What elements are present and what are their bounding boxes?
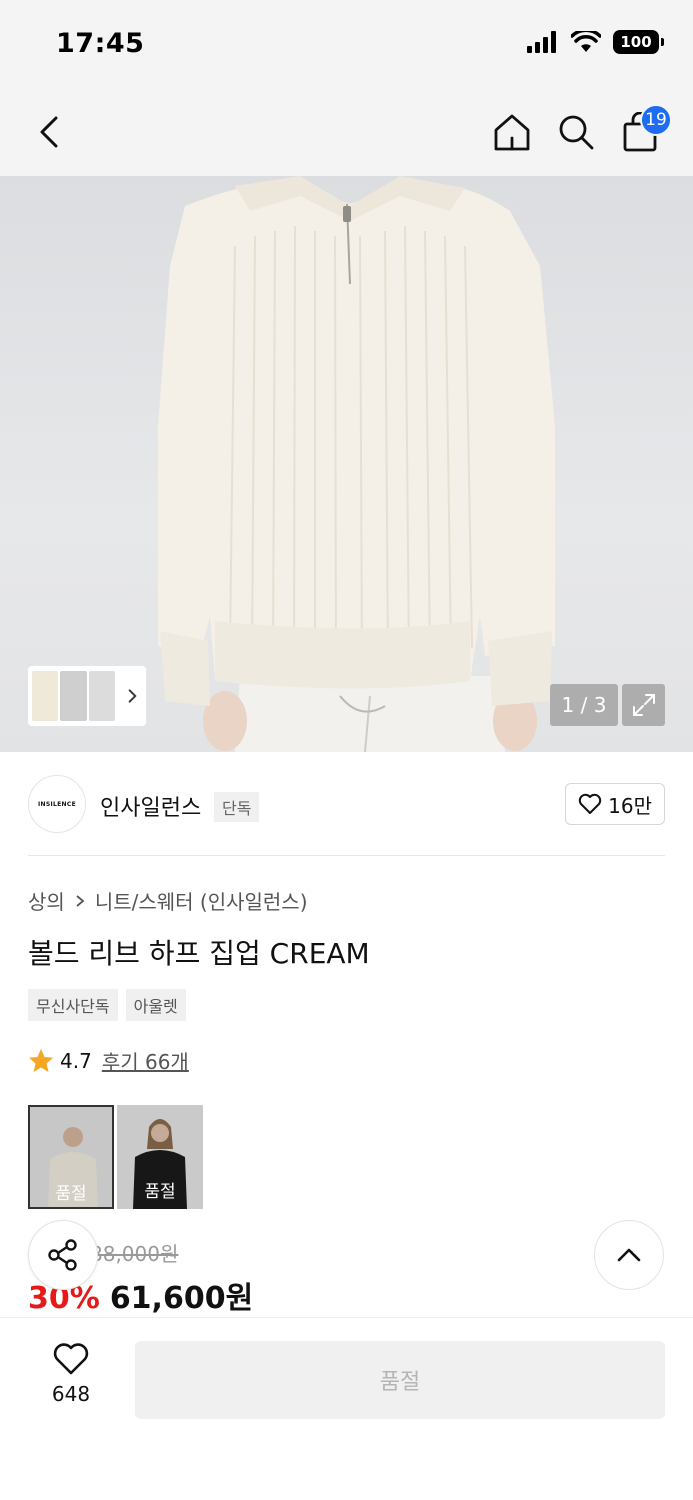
star-icon [29,1048,53,1072]
battery-indicator: 100 [613,30,664,54]
review-link[interactable]: 후기 66개 [102,1046,189,1075]
heart-icon [53,1343,89,1375]
original-price: 88,000원 [90,1242,179,1266]
brand-exclusive-tag: 단독 [214,792,260,822]
thumbnail-image [32,671,59,721]
tag-exclusive: 무신사단독 [28,989,118,1021]
wifi-icon [571,31,601,52]
status-bar: 17:45 100 [0,0,693,88]
bottom-action-bar: 648 품절 [0,1317,693,1500]
wishlist-button[interactable]: 648 [30,1342,112,1432]
app-header: 19 [0,88,693,176]
image-page-indicator: 1 / 3 [550,684,618,726]
scroll-top-button[interactable] [594,1220,664,1290]
chevron-right-icon [76,894,85,907]
rating-value: 4.7 [60,1048,92,1073]
product-tags: 무신사단독 아울렛 [28,989,186,1021]
breadcrumb-item-subcategory[interactable]: 니트/스웨터 (인사일런스) [95,886,308,915]
gallery-thumbnail-strip[interactable] [28,666,146,726]
divider [28,855,665,856]
thumbnail-image [88,671,116,721]
brand-name[interactable]: 인사일런스 [100,790,201,822]
home-icon [494,114,530,151]
rating-row: 4.7 후기 66개 [28,1046,189,1075]
signal-icon [527,31,556,53]
soldout-purchase-button[interactable]: 품절 [135,1341,665,1419]
tag-outlet: 아울렛 [125,989,186,1021]
breadcrumb: 상의 니트/스웨터 (인사일런스) [28,886,308,915]
brand-like-count: 16만 [608,793,652,818]
color-option-black[interactable]: 품절 [117,1105,203,1209]
color-option-cream[interactable]: 품절 [28,1105,114,1209]
search-icon [559,115,594,150]
share-button[interactable] [28,1220,98,1290]
cart-count-badge: 19 [640,104,672,136]
wishlist-count: 648 [51,1382,91,1406]
chevron-right-icon [128,689,137,703]
product-title: 볼드 리브 하프 집업 CREAM [28,937,370,970]
share-icon [48,1239,77,1271]
breadcrumb-item-category[interactable]: 상의 [28,886,65,915]
sale-price: 61,600원 [109,1281,254,1316]
status-time: 17:45 [56,28,145,59]
soldout-label: 품절 [144,1182,176,1202]
thumbnail-image [60,671,87,721]
brand-like-button[interactable]: 16만 [565,783,665,825]
expand-icon [632,694,655,716]
status-icons: 100 [527,30,664,54]
chevron-up-icon [617,1248,641,1262]
cart-button[interactable]: 19 [614,104,672,158]
soldout-label: 품절 [55,1184,87,1204]
product-image-gallery[interactable]: 1 / 3 [0,176,693,752]
chevron-left-icon [40,116,58,148]
home-button[interactable] [486,106,538,158]
heart-icon [578,793,602,814]
brand-row: INSILENCE 인사일런스 단독 16만 [28,775,665,835]
back-button[interactable] [24,106,76,158]
brand-logo[interactable]: INSILENCE [28,775,86,833]
expand-image-button[interactable] [622,684,665,726]
search-button[interactable] [550,106,602,158]
